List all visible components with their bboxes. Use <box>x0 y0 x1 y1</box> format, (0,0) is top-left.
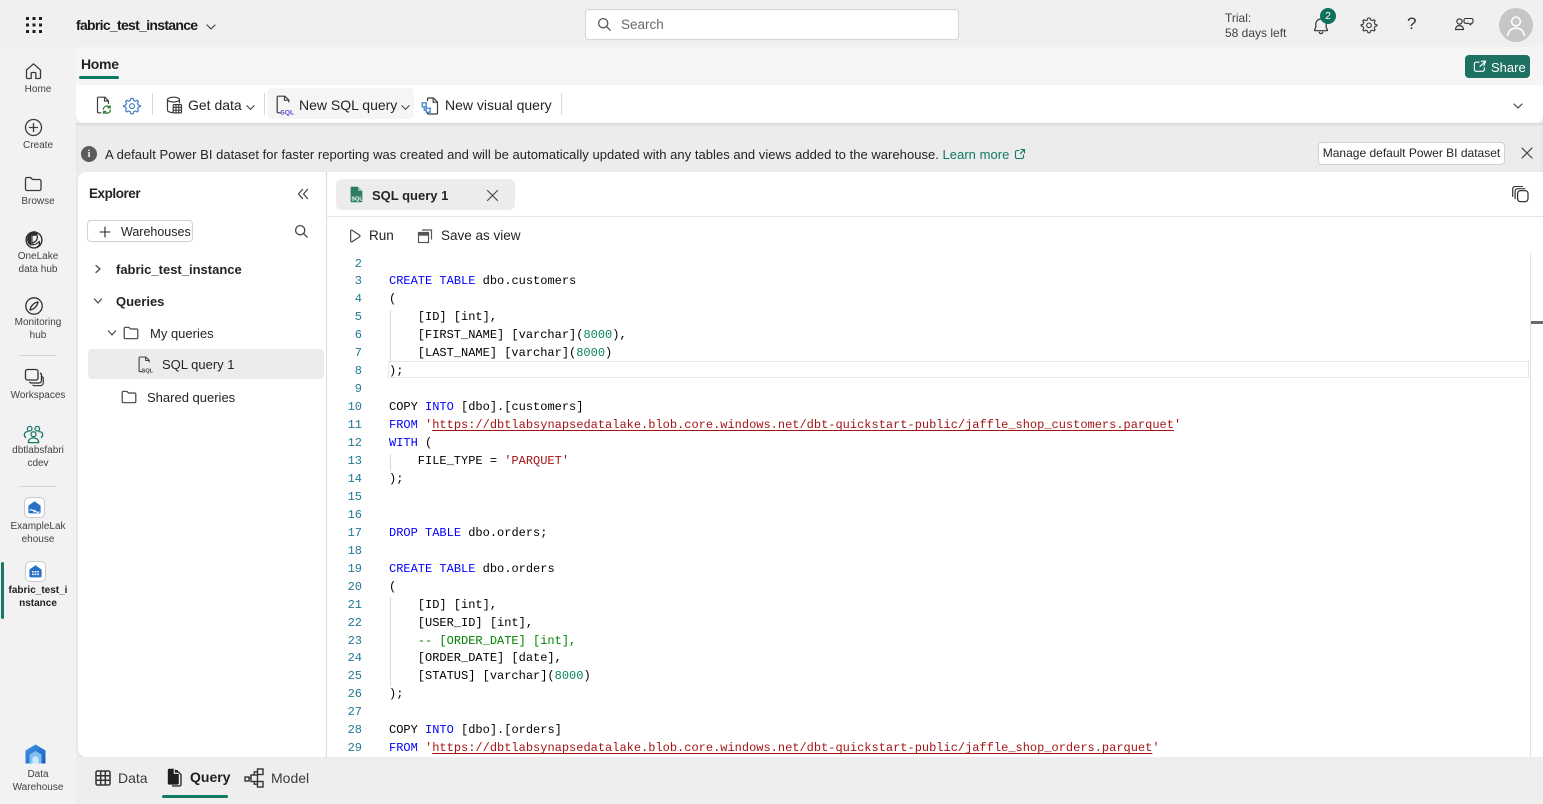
svg-text:SQL: SQL <box>351 197 363 203</box>
svg-text:SQL: SQL <box>280 110 294 117</box>
svg-text:SQL: SQL <box>142 368 154 374</box>
